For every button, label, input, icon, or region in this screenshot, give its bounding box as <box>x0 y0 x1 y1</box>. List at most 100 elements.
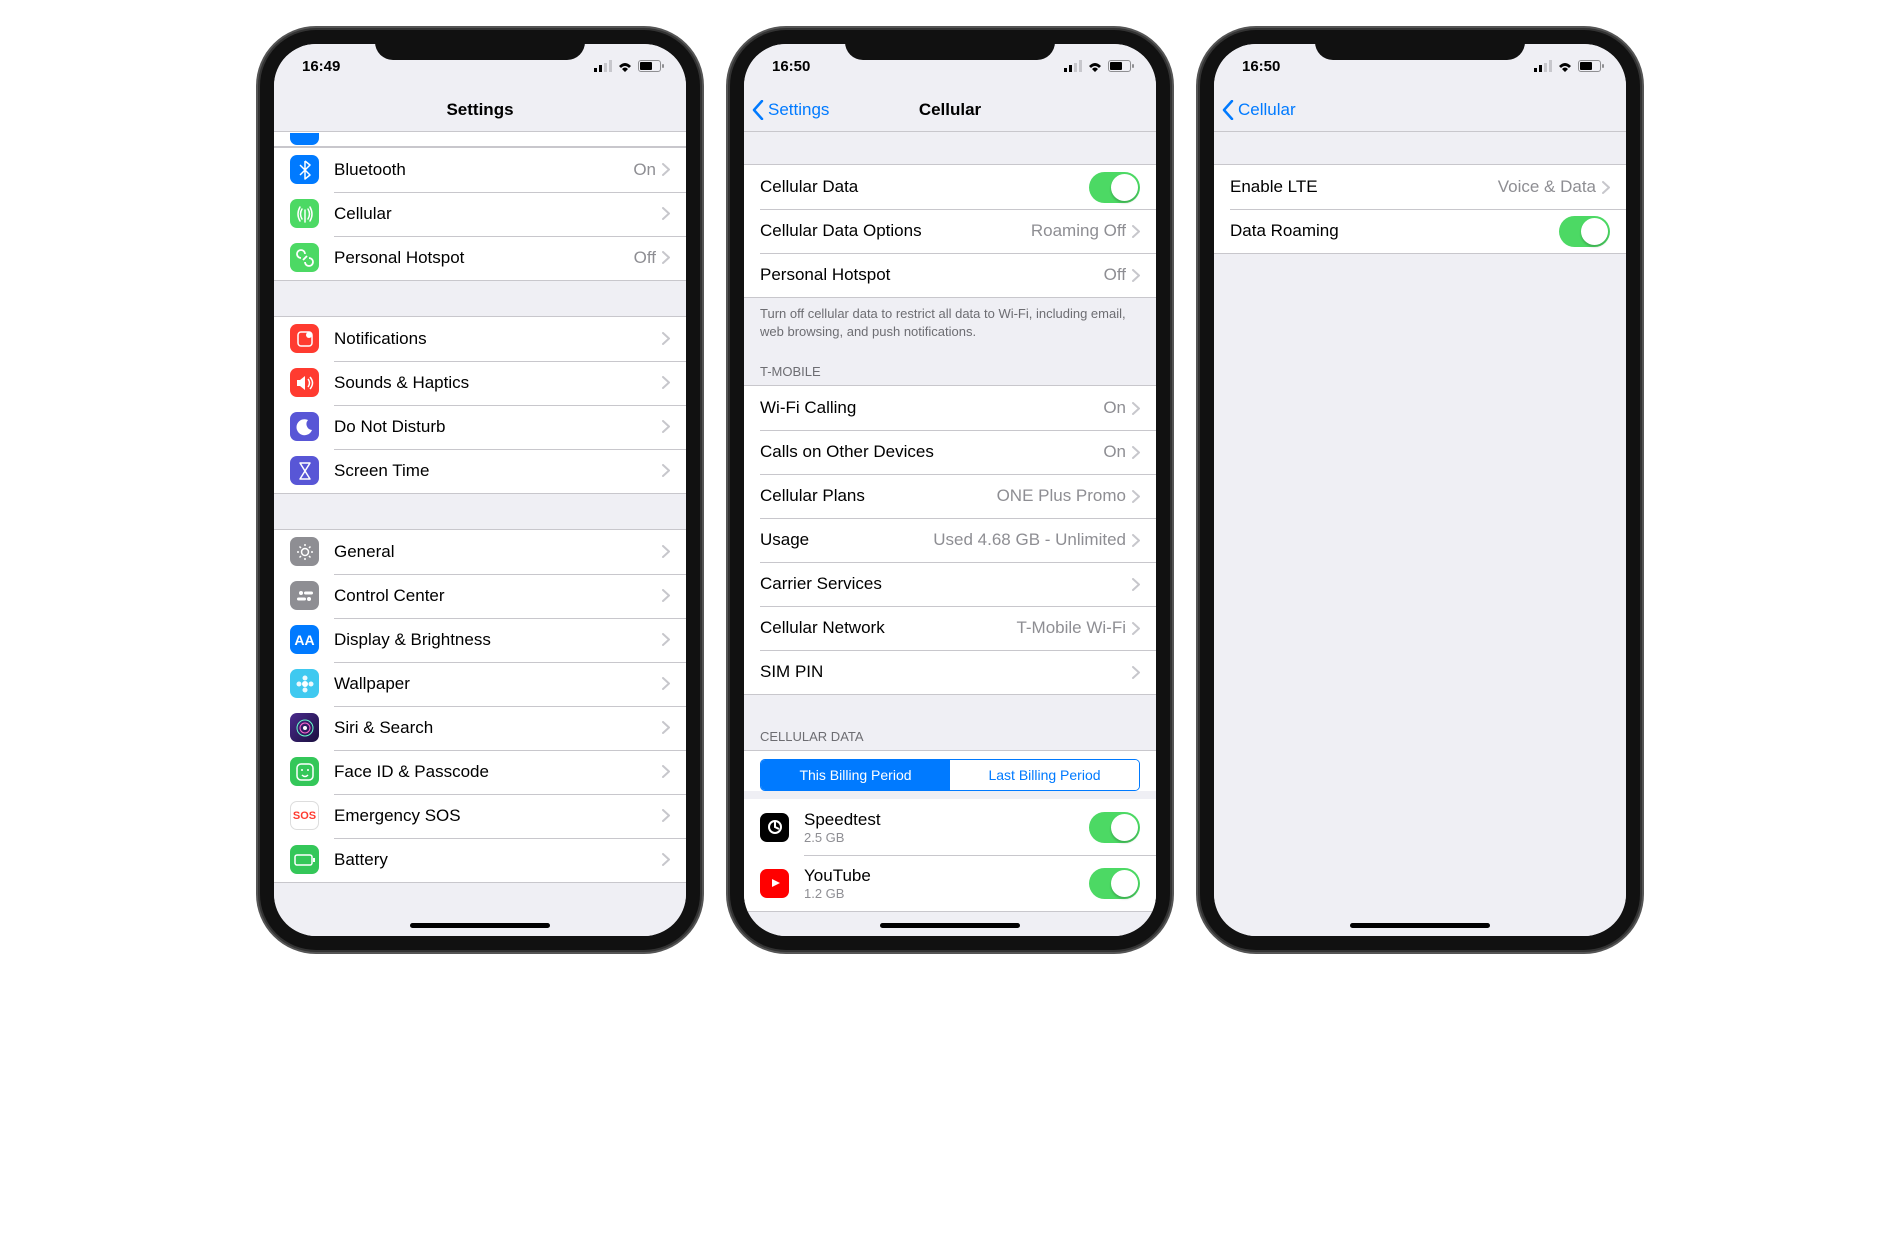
cell-row[interactable]: Cellular NetworkT-Mobile Wi-Fi <box>744 606 1156 650</box>
settings-row[interactable]: Wallpaper <box>274 662 686 706</box>
segment-last-period[interactable]: Last Billing Period <box>950 760 1139 790</box>
cell-row[interactable]: SIM PIN <box>744 650 1156 694</box>
segment-this-period[interactable]: This Billing Period <box>761 760 950 790</box>
chevron-right-icon <box>662 376 670 389</box>
cellular-group-carrier: T-MOBILE Wi-Fi CallingOnCalls on Other D… <box>744 358 1156 695</box>
phone-frame-2: 16:50 Settings Cellular Cellular DataCel… <box>730 30 1170 950</box>
chevron-right-icon <box>662 207 670 220</box>
chevron-right-icon <box>662 809 670 822</box>
home-indicator[interactable] <box>1350 923 1490 928</box>
ant-icon <box>290 199 319 228</box>
settings-row[interactable]: Do Not Disturb <box>274 405 686 449</box>
settings-row[interactable]: Notifications <box>274 317 686 361</box>
cell-row[interactable]: Calls on Other DevicesOn <box>744 430 1156 474</box>
cell-row[interactable]: Cellular Data OptionsRoaming Off <box>744 209 1156 253</box>
chevron-right-icon <box>1132 534 1140 547</box>
app-usage-row[interactable]: Speedtest2.5 GB <box>744 799 1156 855</box>
moon-icon <box>290 412 319 441</box>
settings-row[interactable]: Battery <box>274 838 686 882</box>
row-detail: On <box>633 160 656 180</box>
row-label: Control Center <box>334 586 662 606</box>
row-label: Display & Brightness <box>334 630 662 650</box>
row-label: Wi-Fi Calling <box>760 398 1103 418</box>
settings-group-connectivity: BluetoothOnCellularPersonal HotspotOff <box>274 147 686 281</box>
app-name: Speedtest <box>804 810 1089 830</box>
cell-row[interactable]: Cellular PlansONE Plus Promo <box>744 474 1156 518</box>
row-label: Calls on Other Devices <box>760 442 1103 462</box>
settings-row[interactable]: BluetoothOn <box>274 148 686 192</box>
row-label: Sounds & Haptics <box>334 373 662 393</box>
settings-row[interactable]: Siri & Search <box>274 706 686 750</box>
status-time: 16:50 <box>772 58 810 75</box>
screen-settings: 16:49 Settings BluetoothOnCellularPerson… <box>274 44 686 936</box>
row-label: SIM PIN <box>760 662 1132 682</box>
nav-title: Cellular <box>919 100 981 120</box>
notch <box>375 30 585 60</box>
row-label: Battery <box>334 850 662 870</box>
settings-row[interactable]: Control Center <box>274 574 686 618</box>
sound-icon <box>290 368 319 397</box>
settings-group-peek <box>274 132 686 147</box>
back-label: Cellular <box>1238 100 1296 120</box>
cell-row[interactable]: Cellular Data <box>744 165 1156 209</box>
row-label: Face ID & Passcode <box>334 762 662 782</box>
chevron-left-icon <box>1222 100 1234 120</box>
row-label: Bluetooth <box>334 160 633 180</box>
settings-row[interactable]: General <box>274 530 686 574</box>
app-usage-row[interactable]: YouTube1.2 GB <box>744 855 1156 911</box>
chevron-right-icon <box>662 721 670 734</box>
chevron-right-icon <box>662 589 670 602</box>
settings-row[interactable]: Face ID & Passcode <box>274 750 686 794</box>
row-label: Emergency SOS <box>334 806 662 826</box>
status-time: 16:50 <box>1242 58 1280 75</box>
settings-row[interactable]: Sounds & Haptics <box>274 361 686 405</box>
cell-row[interactable]: Carrier Services <box>744 562 1156 606</box>
cellular-signal-icon <box>1064 60 1082 72</box>
toggle-switch[interactable] <box>1089 812 1140 843</box>
chevron-right-icon <box>1132 622 1140 635</box>
chevron-right-icon <box>662 332 670 345</box>
settings-row-peek[interactable] <box>274 132 686 146</box>
billing-period-segmented[interactable]: This Billing Period Last Billing Period <box>760 759 1140 791</box>
toggle-switch[interactable] <box>1089 172 1140 203</box>
settings-content[interactable]: BluetoothOnCellularPersonal HotspotOff N… <box>274 132 686 936</box>
settings-group-general: General Control Center AADisplay & Brightn… <box>274 529 686 883</box>
settings-row[interactable]: Screen Time <box>274 449 686 493</box>
screen-cellular: 16:50 Settings Cellular Cellular DataCel… <box>744 44 1156 936</box>
home-indicator[interactable] <box>880 923 1020 928</box>
cell-row[interactable]: Personal HotspotOff <box>744 253 1156 297</box>
row-detail: Off <box>1104 265 1126 285</box>
status-icons <box>594 60 664 72</box>
status-icons <box>1064 60 1134 72</box>
settings-row[interactable]: Personal HotspotOff <box>274 236 686 280</box>
toggle-switch[interactable] <box>1089 868 1140 899</box>
cell-row[interactable]: Data Roaming <box>1214 209 1626 253</box>
cc-icon <box>290 581 319 610</box>
cell-row[interactable]: UsageUsed 4.68 GB - Unlimited <box>744 518 1156 562</box>
back-button[interactable]: Cellular <box>1222 88 1296 132</box>
cell-row[interactable]: Enable LTEVoice & Data <box>1214 165 1626 209</box>
row-label: General <box>334 542 662 562</box>
face-icon <box>290 757 319 786</box>
cellular-options-content[interactable]: Enable LTEVoice & DataData Roaming <box>1214 132 1626 936</box>
settings-row[interactable]: Cellular <box>274 192 686 236</box>
chevron-right-icon <box>662 853 670 866</box>
row-detail: Used 4.68 GB - Unlimited <box>933 530 1126 550</box>
home-indicator[interactable] <box>410 923 550 928</box>
flower-icon <box>290 669 319 698</box>
settings-row[interactable]: SOSEmergency SOS <box>274 794 686 838</box>
settings-row[interactable]: AADisplay & Brightness <box>274 618 686 662</box>
back-button[interactable]: Settings <box>752 88 829 132</box>
chevron-right-icon <box>1602 181 1610 194</box>
toggle-switch[interactable] <box>1559 216 1610 247</box>
cellular-content[interactable]: Cellular DataCellular Data OptionsRoamin… <box>744 132 1156 936</box>
wifi-peek-icon <box>290 133 319 145</box>
row-label: Cellular Data Options <box>760 221 1031 241</box>
cellular-footer-text: Turn off cellular data to restrict all d… <box>744 298 1156 340</box>
group-header-tmobile: T-MOBILE <box>744 358 1156 385</box>
cell-row[interactable]: Wi-Fi CallingOn <box>744 386 1156 430</box>
chevron-right-icon <box>662 163 670 176</box>
row-label: Personal Hotspot <box>334 248 634 268</box>
row-detail: On <box>1103 442 1126 462</box>
hourglass-icon <box>290 456 319 485</box>
